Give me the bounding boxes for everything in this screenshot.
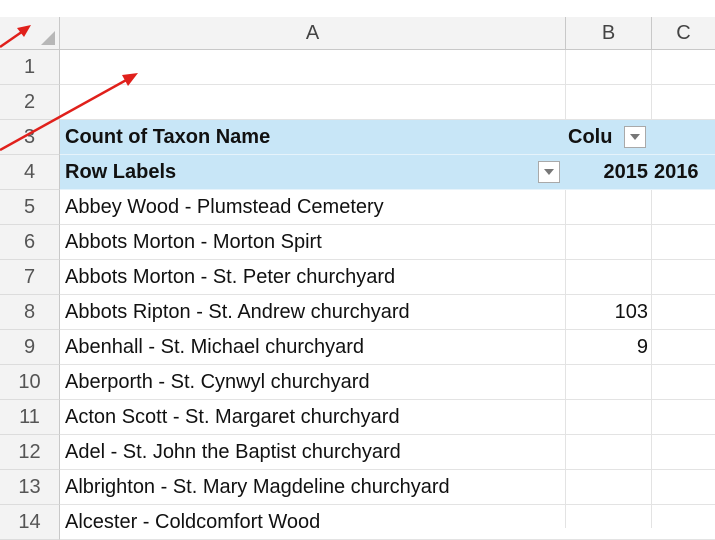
- pivot-value-field-label[interactable]: Count of Taxon Name: [65, 120, 560, 155]
- cell-c[interactable]: [654, 435, 715, 470]
- cell-a[interactable]: [65, 85, 560, 120]
- row-header[interactable]: 6: [0, 225, 60, 260]
- cell-a[interactable]: Abbots Ripton - St. Andrew churchyard: [65, 295, 560, 330]
- dropdown-arrow-icon: [630, 134, 640, 140]
- row-header[interactable]: 1: [0, 50, 60, 85]
- row-header[interactable]: 2: [0, 85, 60, 120]
- cell-b[interactable]: [566, 365, 648, 400]
- table-row: Abbots Morton - St. Peter churchyard: [60, 260, 715, 295]
- column-header-b[interactable]: B: [566, 17, 652, 50]
- select-all-corner[interactable]: [0, 17, 60, 50]
- table-row: Albrighton - St. Mary Magdeline churchya…: [60, 470, 715, 505]
- table-row: Alcester - Coldcomfort Wood: [60, 505, 715, 540]
- cell-c[interactable]: [654, 190, 715, 225]
- column-labels-header[interactable]: Colu: [568, 120, 624, 155]
- cell-b[interactable]: 103: [566, 295, 648, 330]
- cell-a[interactable]: Abbots Morton - St. Peter churchyard: [65, 260, 560, 295]
- cell-b[interactable]: [566, 190, 648, 225]
- row-header[interactable]: 8: [0, 295, 60, 330]
- cell-a[interactable]: Adel - St. John the Baptist churchyard: [65, 435, 560, 470]
- cell-a[interactable]: Abbots Morton - Morton Spirt: [65, 225, 560, 260]
- cell-a[interactable]: Aberporth - St. Cynwyl churchyard: [65, 365, 560, 400]
- row-header[interactable]: 3: [0, 120, 60, 155]
- column-labels-filter-button[interactable]: [624, 126, 646, 148]
- table-row: Adel - St. John the Baptist churchyard: [60, 435, 715, 470]
- table-row: Abbey Wood - Plumstead Cemetery: [60, 190, 715, 225]
- table-row: Acton Scott - St. Margaret churchyard: [60, 400, 715, 435]
- dropdown-arrow-icon: [544, 169, 554, 175]
- cell-b[interactable]: [566, 50, 648, 85]
- cell-c[interactable]: [654, 120, 715, 155]
- table-row: [60, 85, 715, 120]
- column-header-c[interactable]: C: [652, 17, 715, 50]
- cell-c[interactable]: [654, 50, 715, 85]
- cell-b[interactable]: [566, 505, 648, 540]
- cell-a[interactable]: Abenhall - St. Michael churchyard: [65, 330, 560, 365]
- cell-c[interactable]: [654, 470, 715, 505]
- table-row: Aberporth - St. Cynwyl churchyard: [60, 365, 715, 400]
- pivot-header-row: Row Labels 2015 2016: [60, 155, 715, 190]
- cell-b[interactable]: [566, 470, 648, 505]
- row-header[interactable]: 13: [0, 470, 60, 505]
- cell-c[interactable]: [654, 260, 715, 295]
- cell-c[interactable]: [654, 505, 715, 540]
- row-header[interactable]: 10: [0, 365, 60, 400]
- cell-c[interactable]: [654, 85, 715, 120]
- cell-b[interactable]: [566, 260, 648, 295]
- row-header[interactable]: 14: [0, 505, 60, 540]
- cell-a[interactable]: Abbey Wood - Plumstead Cemetery: [65, 190, 560, 225]
- select-all-triangle-icon: [41, 31, 55, 45]
- cell-b[interactable]: 2015: [566, 155, 649, 190]
- row-header[interactable]: 4: [0, 155, 60, 190]
- cell-c[interactable]: [654, 330, 715, 365]
- row-header[interactable]: 9: [0, 330, 60, 365]
- table-row: Abbots Morton - Morton Spirt: [60, 225, 715, 260]
- cell-b[interactable]: [566, 400, 648, 435]
- table-row: [60, 50, 715, 85]
- cell-a[interactable]: [65, 50, 560, 85]
- cell-a[interactable]: Alcester - Coldcomfort Wood: [65, 505, 560, 540]
- column-header-a[interactable]: A: [60, 17, 566, 50]
- spreadsheet-grid: A B C 1 2 3 Count of Taxon Name Colu 4 Row Lab…: [0, 0, 715, 540]
- cell-b[interactable]: [566, 85, 648, 120]
- row-labels-header[interactable]: Row Labels: [65, 155, 560, 190]
- cell-c[interactable]: [654, 295, 715, 330]
- row-header[interactable]: 12: [0, 435, 60, 470]
- cell-a[interactable]: Albrighton - St. Mary Magdeline churchya…: [65, 470, 560, 505]
- cell-c[interactable]: [654, 365, 715, 400]
- row-header[interactable]: 5: [0, 190, 60, 225]
- cell-c[interactable]: [654, 400, 715, 435]
- cell-b[interactable]: 9: [566, 330, 648, 365]
- table-row: Abenhall - St. Michael churchyard 9: [60, 330, 715, 365]
- row-header[interactable]: 11: [0, 400, 60, 435]
- row-labels-filter-button[interactable]: [538, 161, 560, 183]
- cell-c[interactable]: 2016: [654, 155, 715, 190]
- row-header[interactable]: 7: [0, 260, 60, 295]
- cell-c[interactable]: [654, 225, 715, 260]
- cell-b[interactable]: [566, 435, 648, 470]
- table-row: Abbots Ripton - St. Andrew churchyard 103: [60, 295, 715, 330]
- cell-a[interactable]: Acton Scott - St. Margaret churchyard: [65, 400, 560, 435]
- pivot-header-row: Count of Taxon Name Colu: [60, 120, 715, 155]
- cell-b[interactable]: [566, 225, 648, 260]
